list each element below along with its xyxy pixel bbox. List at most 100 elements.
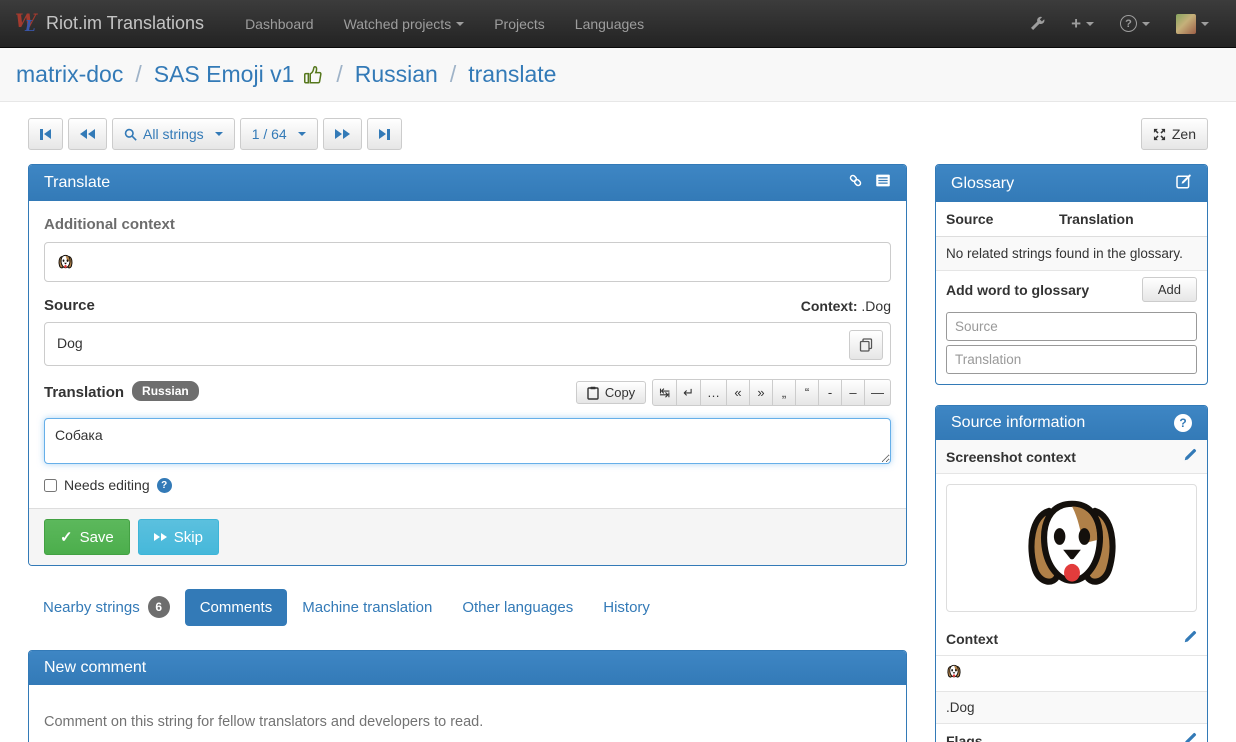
filter-strings-button[interactable]: All strings xyxy=(112,118,235,150)
breadcrumb-project[interactable]: matrix-doc xyxy=(16,61,123,88)
weblate-logo: WL xyxy=(14,9,40,39)
special-characters-group: ↹ ↵ … « » „ “ - – — xyxy=(652,379,891,406)
breadcrumb: matrix-doc / SAS Emoji v1 / Russian / tr… xyxy=(0,48,1236,102)
avatar xyxy=(1176,14,1196,34)
comment-description: Comment on this string for fellow transl… xyxy=(44,714,891,730)
source-label: Source xyxy=(44,297,95,314)
help-circle-icon[interactable]: ? xyxy=(157,478,172,493)
source-string-text: Dog xyxy=(57,335,83,351)
glossary-empty-message: No related strings found in the glossary… xyxy=(936,237,1207,271)
string-list-button[interactable] xyxy=(875,174,891,192)
context-header-row: Context xyxy=(936,622,1207,656)
glossary-panel: Glossary Source Translation No related s… xyxy=(935,164,1208,385)
edit-square-icon xyxy=(1176,173,1192,189)
link-icon xyxy=(848,173,863,188)
special-char-button[interactable]: - xyxy=(818,379,842,406)
glossary-source-input[interactable] xyxy=(946,312,1197,341)
rewind-icon xyxy=(80,129,95,139)
skip-button[interactable]: Skip xyxy=(138,519,219,555)
save-button[interactable]: ✓Save xyxy=(44,519,130,555)
copy-pages-icon xyxy=(859,338,873,352)
special-char-button[interactable]: « xyxy=(726,379,750,406)
skip-to-first-icon xyxy=(40,129,51,140)
needs-editing-label: Needs editing xyxy=(64,477,150,493)
special-char-button[interactable]: „ xyxy=(772,379,796,406)
special-char-button[interactable]: ↵ xyxy=(676,379,701,406)
caret-down-icon xyxy=(298,132,306,136)
help-menu-button[interactable]: ? xyxy=(1107,15,1163,32)
edit-screenshot-button[interactable] xyxy=(1183,448,1197,465)
list-icon xyxy=(875,174,891,187)
question-circle-icon[interactable]: ? xyxy=(1174,414,1192,432)
brand-title[interactable]: Riot.im Translations xyxy=(46,13,204,34)
nav-languages[interactable]: Languages xyxy=(560,16,659,32)
nav-dashboard[interactable]: Dashboard xyxy=(230,16,329,32)
zen-mode-button[interactable]: Zen xyxy=(1141,118,1208,150)
add-menu-button[interactable]: + xyxy=(1058,14,1107,34)
check-icon: ✓ xyxy=(60,528,73,546)
panel-title: New comment xyxy=(44,659,146,677)
translation-label: Translation xyxy=(44,384,124,401)
skip-forward-icon xyxy=(154,533,167,541)
edit-context-button[interactable] xyxy=(1183,630,1197,647)
breadcrumb-component[interactable]: SAS Emoji v1 xyxy=(154,61,295,88)
detail-tabs: Nearby strings6 Comments Machine transla… xyxy=(28,586,907,628)
glossary-table-header: Source Translation xyxy=(936,202,1207,237)
tab-comments[interactable]: Comments xyxy=(185,589,288,626)
nav-watched-projects[interactable]: Watched projects xyxy=(329,16,480,32)
caret-down-icon xyxy=(1142,22,1150,26)
last-string-button[interactable] xyxy=(367,118,402,150)
tab-nearby-strings[interactable]: Nearby strings6 xyxy=(28,586,185,628)
context-emoji-row xyxy=(936,656,1207,692)
special-char-button[interactable]: — xyxy=(864,379,891,406)
pencil-icon xyxy=(1183,630,1197,644)
dog-emoji-large xyxy=(1019,495,1125,601)
translate-panel: Translate Additional context xyxy=(28,164,907,566)
breadcrumb-page[interactable]: translate xyxy=(468,61,556,88)
previous-string-button[interactable] xyxy=(68,118,107,150)
next-string-button[interactable] xyxy=(323,118,362,150)
special-char-button[interactable]: – xyxy=(841,379,865,406)
special-char-button[interactable]: … xyxy=(700,379,727,406)
first-string-button[interactable] xyxy=(28,118,63,150)
needs-editing-checkbox[interactable] xyxy=(44,479,57,492)
admin-wrench-button[interactable] xyxy=(1016,16,1058,32)
glossary-translation-input[interactable] xyxy=(946,345,1197,374)
permalink-button[interactable] xyxy=(848,173,863,193)
additional-context-box xyxy=(44,242,891,282)
fast-forward-icon xyxy=(335,129,350,139)
breadcrumb-language[interactable]: Russian xyxy=(355,61,438,88)
caret-down-icon xyxy=(1201,22,1209,26)
expand-arrows-icon xyxy=(1153,128,1166,141)
edit-flags-button[interactable] xyxy=(1183,732,1197,742)
panel-title: Translate xyxy=(44,174,110,192)
needs-editing-row: Needs editing ? xyxy=(44,477,891,493)
caret-down-icon xyxy=(456,22,464,26)
copy-button[interactable]: Copy xyxy=(576,381,646,404)
tab-history[interactable]: History xyxy=(588,589,665,626)
dog-emoji-icon xyxy=(946,664,962,680)
copy-source-text-button[interactable] xyxy=(849,330,883,360)
tab-machine-translation[interactable]: Machine translation xyxy=(287,589,447,626)
glossary-header: Glossary xyxy=(936,165,1207,202)
translation-label-group: Translation Russian xyxy=(44,384,199,401)
pencil-icon xyxy=(1183,732,1197,742)
translate-panel-footer: ✓Save Skip xyxy=(29,508,906,565)
tab-other-languages[interactable]: Other languages xyxy=(447,589,588,626)
language-badge: Russian xyxy=(132,381,199,401)
thumbs-up-icon xyxy=(302,64,324,86)
position-button[interactable]: 1 / 64 xyxy=(240,118,318,150)
user-menu-button[interactable] xyxy=(1163,14,1222,34)
manage-glossary-button[interactable] xyxy=(1176,173,1192,194)
source-information-header: Source information ? xyxy=(936,406,1207,440)
special-char-button[interactable]: “ xyxy=(795,379,819,406)
glossary-add-button[interactable]: Add xyxy=(1142,277,1197,302)
plus-icon: + xyxy=(1071,14,1081,34)
source-string-box: Dog xyxy=(44,322,891,366)
translation-textarea[interactable]: Собака xyxy=(44,418,891,464)
special-char-button[interactable]: ↹ xyxy=(652,379,677,406)
nav-projects[interactable]: Projects xyxy=(479,16,560,32)
dog-emoji-icon xyxy=(57,254,74,271)
special-char-button[interactable]: » xyxy=(749,379,773,406)
screenshot-context-row: Screenshot context xyxy=(936,440,1207,474)
